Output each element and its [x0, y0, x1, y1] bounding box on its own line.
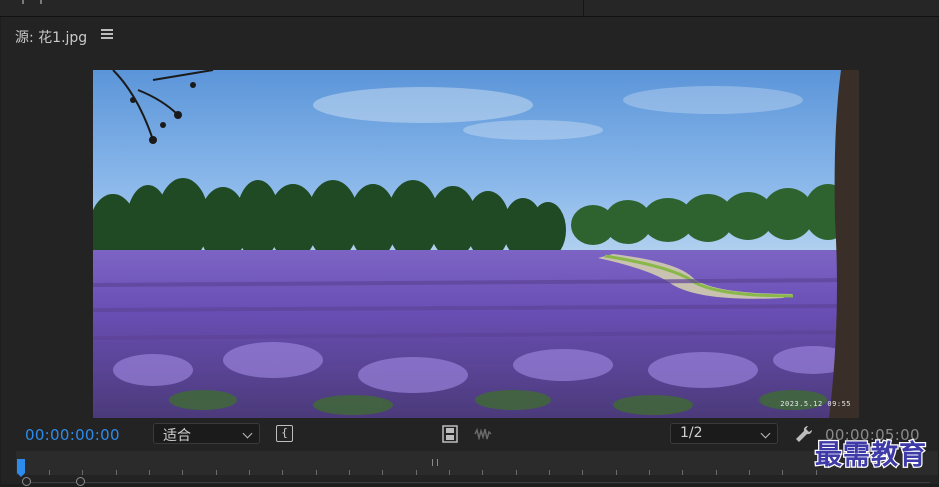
- source-monitor-panel: 源: 花1.jpg 2023.5.12 09:55 00:00:00:00 适合…: [1, 17, 938, 486]
- playback-resolution-select[interactable]: 1/2: [670, 423, 778, 444]
- panel-header: 源: 花1.jpg: [1, 17, 938, 55]
- chevron-down-icon: [242, 428, 253, 439]
- playhead[interactable]: [17, 459, 25, 477]
- image-timestamp-overlay: 2023.5.12 09:55: [780, 400, 851, 408]
- midpoint-marker: [432, 459, 438, 466]
- top-panel-strip: [0, 0, 939, 17]
- playhead-timecode[interactable]: 00:00:00:00: [25, 426, 120, 444]
- lavender-field-image: [93, 70, 859, 418]
- zoom-handle-right[interactable]: [76, 477, 85, 486]
- zoom-track: [28, 482, 930, 483]
- audio-waveform-icon[interactable]: [473, 428, 493, 440]
- panel-divider[interactable]: [583, 0, 584, 16]
- chevron-down-icon: [760, 428, 771, 439]
- zoom-fit-value: 适合: [163, 428, 191, 444]
- film-strip-icon[interactable]: [442, 425, 458, 443]
- time-ruler[interactable]: [16, 451, 938, 477]
- playback-resolution-value: 1/2: [680, 425, 703, 441]
- source-timeline[interactable]: [16, 451, 938, 486]
- program-viewer[interactable]: 2023.5.12 09:55: [93, 70, 859, 418]
- zoom-scrollbar[interactable]: [16, 477, 938, 487]
- hamburger-menu-icon[interactable]: [101, 29, 113, 41]
- panel-title[interactable]: 源: 花1.jpg: [15, 27, 87, 47]
- watermark-logo: 最需教育: [814, 439, 928, 473]
- zoom-fit-select[interactable]: 适合: [153, 423, 260, 444]
- brace-icon[interactable]: {: [276, 425, 293, 442]
- zoom-handle-left[interactable]: [22, 477, 31, 486]
- wrench-icon[interactable]: [794, 424, 814, 444]
- tab-stub: [22, 0, 42, 4]
- viewer-controls: 00:00:00:00 适合 { 1/2 00:00:05:00: [1, 420, 938, 450]
